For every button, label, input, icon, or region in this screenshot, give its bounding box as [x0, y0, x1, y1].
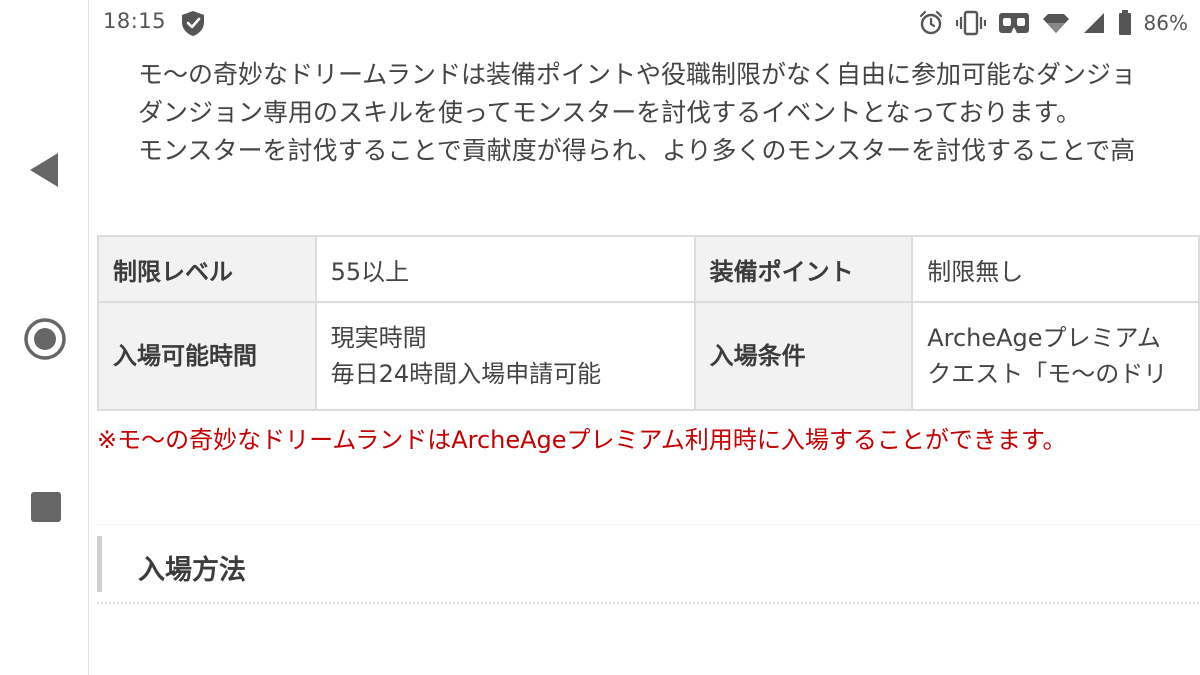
table-value-cell: 現実時間 毎日24時間入場申請可能 — [314, 301, 696, 411]
table-value-line: 現実時間 — [330, 324, 427, 352]
section-heading: 入場方法 — [97, 536, 1200, 592]
vibrate-icon — [955, 10, 986, 36]
table-row: 入場可能時間 現実時間 毎日24時間入場申請可能 入場条件 ArcheAgeプレ… — [97, 301, 1200, 411]
section-underline — [97, 602, 1200, 604]
section-heading-text: 入場方法 — [138, 555, 246, 586]
table-value-line: 毎日24時間入場申請可能 — [330, 360, 602, 388]
intro-line: モンスターを討伐することで貢献度が得られ、より多くのモンスターを討伐することで高 — [138, 136, 1136, 165]
table-header-cell: 装備ポイント — [693, 235, 914, 303]
intro-line: モ〜の奇妙なドリームランドは装備ポイントや役職制限がなく自由に参加可能なダンジョ — [138, 60, 1137, 89]
back-icon — [30, 153, 58, 187]
battery-icon — [1118, 10, 1131, 35]
intro-paragraph: モ〜の奇妙なドリームランドは装備ポイントや役職制限がなく自由に参加可能なダンジョ… — [138, 56, 1200, 170]
table-value-cell: ArcheAgeプレミアム クエスト「モ〜のドリ — [911, 301, 1200, 411]
status-bar: 18:15 86% — [89, 0, 1200, 46]
table-header-cell: 入場可能時間 — [97, 301, 317, 411]
cell-signal-icon — [1083, 13, 1104, 33]
alarm-icon — [919, 10, 942, 35]
table-value-line: クエスト「モ〜のドリ — [927, 360, 1168, 388]
home-icon — [24, 318, 66, 360]
page-content[interactable]: モ〜の奇妙なドリームランドは装備ポイントや役職制限がなく自由に参加可能なダンジョ… — [89, 46, 1200, 675]
navigation-bar — [0, 0, 88, 675]
back-button[interactable] — [26, 150, 62, 190]
table-header-cell: 制限レベル — [97, 235, 317, 303]
status-time: 18:15 — [103, 9, 167, 33]
recents-icon — [31, 492, 61, 522]
status-icons: 86% — [918, 8, 1188, 38]
intro-line: ダンジョン専用のスキルを使ってモンスターを討伐するイベントとなっております。 — [138, 98, 1082, 127]
table-row: 制限レベル 55以上 装備ポイント 制限無し — [97, 235, 1200, 303]
table-value-cell: 制限無し — [911, 235, 1200, 303]
wifi-icon — [1042, 14, 1069, 33]
recents-button[interactable] — [29, 490, 63, 524]
battery-percent: 86% — [1143, 11, 1188, 35]
table-value-line: ArcheAgeプレミアム — [927, 324, 1161, 352]
vr-icon — [998, 13, 1029, 33]
section-divider — [97, 524, 1200, 525]
home-button[interactable] — [22, 316, 68, 362]
table-value-cell: 55以上 — [314, 235, 696, 303]
shield-icon — [182, 11, 204, 36]
table-header-cell: 入場条件 — [693, 301, 914, 411]
entry-info-table: 制限レベル 55以上 装備ポイント 制限無し 入場可能時間 現実時間 毎日24時… — [97, 235, 1200, 411]
premium-notice: ※モ〜の奇妙なドリームランドはArcheAgeプレミアム利用時に入場することがで… — [97, 426, 1067, 454]
